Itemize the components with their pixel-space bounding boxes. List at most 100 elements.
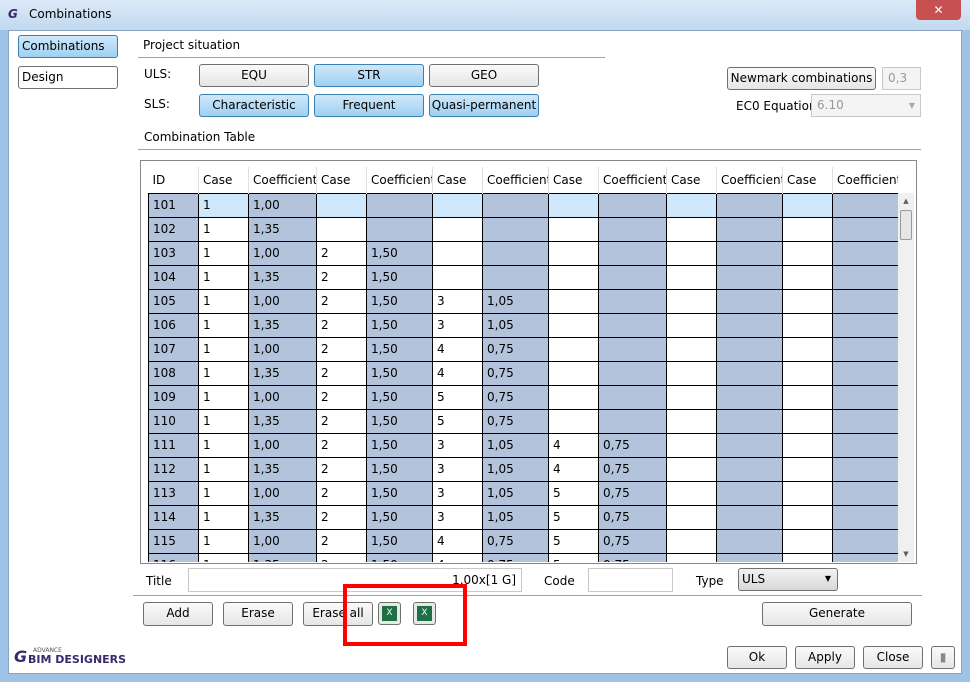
- id-cell[interactable]: 106: [148, 312, 199, 338]
- column-header[interactable]: Coefficient: [482, 167, 549, 193]
- coefficient-cell[interactable]: [598, 312, 667, 338]
- case-cell[interactable]: 3: [432, 312, 483, 338]
- table-row[interactable]: 105 1 1,00 2 1,50 3 1,05: [148, 288, 898, 314]
- case-cell[interactable]: [548, 192, 599, 218]
- uls-str-toggle[interactable]: STR: [314, 64, 424, 87]
- coefficient-cell[interactable]: 1,50: [366, 528, 433, 554]
- coefficient-cell[interactable]: 1,35: [248, 216, 317, 242]
- code-field[interactable]: [588, 568, 673, 592]
- case-cell[interactable]: 4: [432, 528, 483, 554]
- coefficient-cell[interactable]: [832, 528, 898, 554]
- id-cell[interactable]: 103: [148, 240, 199, 266]
- table-row[interactable]: 109 1 1,00 2 1,50 5 0,75: [148, 384, 898, 410]
- coefficient-cell[interactable]: 1,35: [248, 552, 317, 562]
- table-row[interactable]: 108 1 1,35 2 1,50 4 0,75: [148, 360, 898, 386]
- coefficient-cell[interactable]: 1,50: [366, 360, 433, 386]
- sls-frequent-toggle[interactable]: Frequent: [314, 94, 424, 117]
- coefficient-cell[interactable]: 0,75: [482, 552, 549, 562]
- scroll-down-arrow-icon[interactable]: ▼: [898, 546, 914, 562]
- case-cell[interactable]: [782, 336, 833, 362]
- coefficient-cell[interactable]: 1,35: [248, 312, 317, 338]
- case-cell[interactable]: 4: [432, 552, 483, 562]
- coefficient-cell[interactable]: 1,05: [482, 456, 549, 482]
- case-cell[interactable]: 2: [316, 312, 367, 338]
- sls-characteristic-toggle[interactable]: Characteristic: [199, 94, 309, 117]
- case-cell[interactable]: [666, 192, 717, 218]
- case-cell[interactable]: [782, 432, 833, 458]
- column-header[interactable]: ID: [148, 167, 199, 193]
- coefficient-cell[interactable]: 1,00: [248, 192, 317, 218]
- case-cell[interactable]: [782, 264, 833, 290]
- column-header[interactable]: Coefficient: [598, 167, 667, 193]
- coefficient-cell[interactable]: 1,05: [482, 432, 549, 458]
- case-cell[interactable]: [666, 360, 717, 386]
- type-select[interactable]: ULS ▼: [738, 568, 838, 591]
- case-cell[interactable]: 1: [198, 432, 249, 458]
- coefficient-cell[interactable]: 1,35: [248, 504, 317, 530]
- case-cell[interactable]: [782, 552, 833, 562]
- case-cell[interactable]: 3: [432, 504, 483, 530]
- close-window-button[interactable]: ✕: [916, 0, 961, 20]
- id-cell[interactable]: 113: [148, 480, 199, 506]
- coefficient-cell[interactable]: [482, 264, 549, 290]
- coefficient-cell[interactable]: 1,05: [482, 480, 549, 506]
- coefficient-cell[interactable]: [482, 192, 549, 218]
- coefficient-cell[interactable]: 0,75: [598, 432, 667, 458]
- table-row[interactable]: 111 1 1,00 2 1,50 3 1,05 4 0,75: [148, 432, 898, 458]
- help-book-icon[interactable]: ▮: [931, 646, 955, 669]
- table-row[interactable]: 107 1 1,00 2 1,50 4 0,75: [148, 336, 898, 362]
- coefficient-cell[interactable]: [716, 240, 783, 266]
- coefficient-cell[interactable]: 1,50: [366, 408, 433, 434]
- coefficient-cell[interactable]: [598, 360, 667, 386]
- case-cell[interactable]: 3: [432, 456, 483, 482]
- case-cell[interactable]: [666, 408, 717, 434]
- case-cell[interactable]: 1: [198, 360, 249, 386]
- coefficient-cell[interactable]: 0,75: [482, 336, 549, 362]
- case-cell[interactable]: 1: [198, 312, 249, 338]
- case-cell[interactable]: [666, 384, 717, 410]
- coefficient-cell[interactable]: [832, 408, 898, 434]
- coefficient-cell[interactable]: [716, 384, 783, 410]
- id-cell[interactable]: 114: [148, 504, 199, 530]
- id-cell[interactable]: 111: [148, 432, 199, 458]
- case-cell[interactable]: 5: [548, 504, 599, 530]
- coefficient-cell[interactable]: 1,50: [366, 480, 433, 506]
- case-cell[interactable]: 2: [316, 528, 367, 554]
- column-header[interactable]: Coefficient: [248, 167, 317, 193]
- coefficient-cell[interactable]: 1,00: [248, 480, 317, 506]
- table-row[interactable]: 101 1 1,00: [148, 192, 898, 218]
- table-row[interactable]: 104 1 1,35 2 1,50: [148, 264, 898, 290]
- table-row[interactable]: 113 1 1,00 2 1,50 3 1,05 5 0,75: [148, 480, 898, 506]
- coefficient-cell[interactable]: [482, 240, 549, 266]
- id-cell[interactable]: 116: [148, 552, 199, 562]
- id-cell[interactable]: 105: [148, 288, 199, 314]
- case-cell[interactable]: 4: [548, 432, 599, 458]
- coefficient-cell[interactable]: [832, 264, 898, 290]
- case-cell[interactable]: 1: [198, 480, 249, 506]
- case-cell[interactable]: [432, 216, 483, 242]
- case-cell[interactable]: [782, 240, 833, 266]
- case-cell[interactable]: [316, 216, 367, 242]
- table-row[interactable]: 102 1 1,35: [148, 216, 898, 242]
- coefficient-cell[interactable]: 1,05: [482, 312, 549, 338]
- case-cell[interactable]: [548, 408, 599, 434]
- coefficient-cell[interactable]: [716, 336, 783, 362]
- coefficient-cell[interactable]: [832, 216, 898, 242]
- case-cell[interactable]: [666, 504, 717, 530]
- id-cell[interactable]: 102: [148, 216, 199, 242]
- case-cell[interactable]: [782, 288, 833, 314]
- case-cell[interactable]: 1: [198, 288, 249, 314]
- coefficient-cell[interactable]: 0,75: [482, 360, 549, 386]
- case-cell[interactable]: 4: [432, 360, 483, 386]
- coefficient-cell[interactable]: 1,35: [248, 456, 317, 482]
- case-cell[interactable]: 5: [432, 408, 483, 434]
- coefficient-cell[interactable]: [832, 480, 898, 506]
- id-cell[interactable]: 108: [148, 360, 199, 386]
- uls-equ-toggle[interactable]: EQU: [199, 64, 309, 87]
- case-cell[interactable]: 1: [198, 192, 249, 218]
- coefficient-cell[interactable]: [716, 408, 783, 434]
- coefficient-cell[interactable]: 1,35: [248, 264, 317, 290]
- case-cell[interactable]: 4: [432, 336, 483, 362]
- column-header[interactable]: Coefficient: [366, 167, 433, 193]
- ok-button[interactable]: Ok: [727, 646, 787, 669]
